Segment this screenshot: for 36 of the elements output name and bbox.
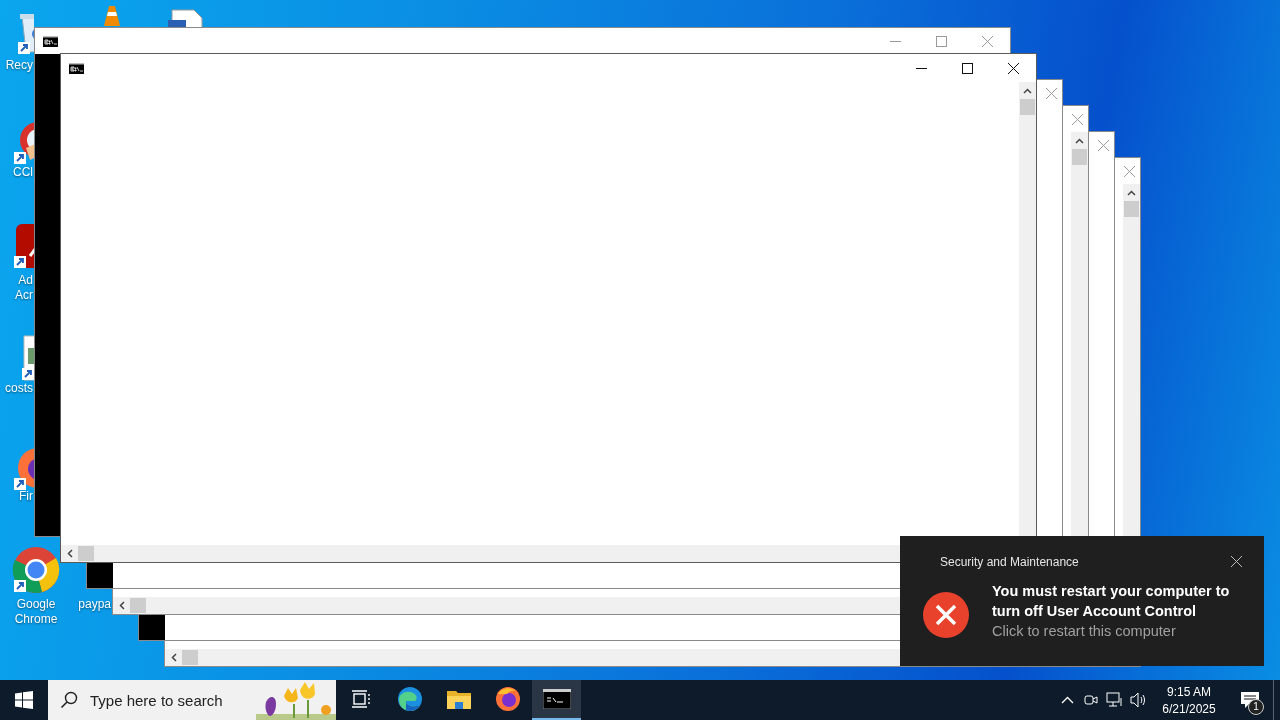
error-icon xyxy=(922,591,970,639)
close-icon[interactable] xyxy=(1007,62,1019,74)
traffic-cone-icon[interactable] xyxy=(102,4,122,28)
desktop-icon-label[interactable]: paypa xyxy=(72,597,111,612)
chrome-icon[interactable] xyxy=(12,546,60,594)
desktop-icon-label[interactable]: Ad Acr xyxy=(0,273,33,303)
document-icon[interactable] xyxy=(166,8,206,30)
search-field[interactable]: Type here to search xyxy=(88,690,262,710)
scroll-thumb[interactable] xyxy=(130,598,146,613)
scroll-thumb[interactable] xyxy=(1020,99,1035,115)
close-icon[interactable] xyxy=(1231,556,1242,567)
camera-icon[interactable] xyxy=(1083,692,1099,708)
scroll-thumb[interactable] xyxy=(182,650,198,665)
network-icon[interactable] xyxy=(1106,692,1124,708)
notification-badge: 1 xyxy=(1248,699,1264,715)
desktop-icon-label[interactable]: CCl xyxy=(0,165,33,180)
search-bar[interactable]: Type here to search xyxy=(48,680,336,720)
desktop-icon-label[interactable]: Fir xyxy=(0,489,33,504)
notification-title: You must restart your computer to turn off User Account Control xyxy=(992,582,1231,621)
scroll-thumb[interactable] xyxy=(1072,149,1087,165)
volume-icon[interactable] xyxy=(1130,692,1148,708)
clock[interactable]: 9:15 AM 6/21/2025 xyxy=(1151,680,1227,720)
windows-logo-icon[interactable] xyxy=(15,691,33,709)
document-app-icon[interactable] xyxy=(12,222,34,270)
caret-icon[interactable] xyxy=(1060,696,1074,704)
console-icon[interactable] xyxy=(532,680,581,720)
notification-source: Security and Maintenance xyxy=(940,554,1079,569)
search-icon xyxy=(60,691,78,709)
desktop-icon-label[interactable]: Google Chrome xyxy=(0,597,72,627)
desktop-icon-label[interactable]: costs xyxy=(0,381,33,396)
maximize-icon[interactable] xyxy=(961,62,973,74)
scroll-thumb[interactable] xyxy=(1124,201,1139,217)
desktop-icon-label[interactable]: Recy xyxy=(0,58,33,73)
scroll-thumb[interactable] xyxy=(78,546,94,561)
notification-toast[interactable]: Security and Maintenance You must restart your computer to turn off User Account Control Click to restart this computer xyxy=(900,536,1264,666)
notification-message: Click to restart this computer xyxy=(992,622,1177,641)
